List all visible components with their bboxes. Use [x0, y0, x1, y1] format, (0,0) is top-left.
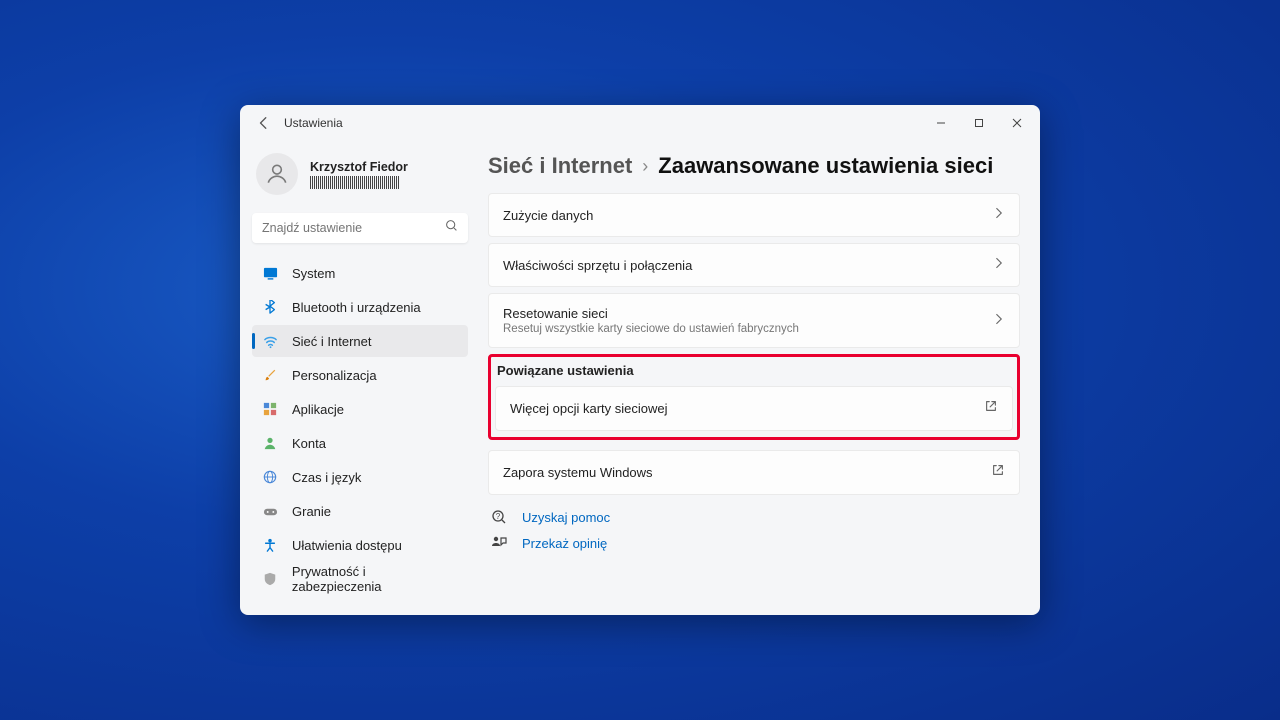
get-help-link[interactable]: Uzyskaj pomoc [522, 510, 610, 525]
external-link-icon [991, 463, 1005, 482]
sidebar: Krzysztof Fiedor System [240, 141, 480, 615]
breadcrumb-parent[interactable]: Sieć i Internet [488, 153, 632, 179]
window-controls [922, 109, 1036, 137]
sidebar-item-bluetooth[interactable]: Bluetooth i urządzenia [252, 291, 468, 323]
search [252, 213, 468, 243]
give-feedback-link[interactable]: Przekaż opinię [522, 536, 607, 551]
help-link-row: ? Uzyskaj pomoc [490, 509, 1020, 525]
help-icon: ? [490, 509, 508, 525]
globe-icon [262, 469, 278, 485]
footer-links: ? Uzyskaj pomoc Przekaż opinię [488, 509, 1020, 551]
sidebar-item-time-language[interactable]: Czas i język [252, 461, 468, 493]
card-title: Zużycie danych [503, 208, 993, 223]
close-button[interactable] [998, 109, 1036, 137]
apps-icon [262, 401, 278, 417]
feedback-link-row: Przekaż opinię [490, 535, 1020, 551]
sidebar-item-label: Sieć i Internet [292, 334, 372, 349]
sidebar-item-label: Konta [292, 436, 326, 451]
person-icon [262, 435, 278, 451]
chevron-right-icon: › [642, 156, 648, 177]
sidebar-item-privacy[interactable]: Prywatność i zabezpieczenia [252, 563, 468, 595]
card-title: Zapora systemu Windows [503, 465, 991, 480]
settings-window: Ustawienia Krzysztof Fiedor [240, 105, 1040, 615]
breadcrumb: Sieć i Internet › Zaawansowane ustawieni… [488, 153, 1020, 179]
sidebar-item-label: Ułatwienia dostępu [292, 538, 402, 553]
sidebar-item-label: Aplikacje [292, 402, 344, 417]
card-more-adapter-options[interactable]: Więcej opcji karty sieciowej [495, 386, 1013, 431]
main-panel: Sieć i Internet › Zaawansowane ustawieni… [480, 141, 1040, 615]
avatar [256, 153, 298, 195]
minimize-button[interactable] [922, 109, 960, 137]
sidebar-item-system[interactable]: System [252, 257, 468, 289]
search-input[interactable] [252, 213, 468, 243]
external-link-icon [984, 399, 998, 418]
sidebar-item-label: Personalizacja [292, 368, 377, 383]
bluetooth-icon [262, 299, 278, 315]
display-icon [262, 265, 278, 281]
profile-name: Krzysztof Fiedor [310, 160, 408, 174]
sidebar-item-label: Granie [292, 504, 331, 519]
nav: System Bluetooth i urządzenia Sieć i Int… [252, 257, 468, 595]
profile-email-redacted [310, 176, 400, 189]
accessibility-icon [262, 537, 278, 553]
gamepad-icon [262, 503, 278, 519]
sidebar-item-gaming[interactable]: Granie [252, 495, 468, 527]
maximize-button[interactable] [960, 109, 998, 137]
sidebar-item-personalization[interactable]: Personalizacja [252, 359, 468, 391]
section-title-related: Powiązane ustawienia [497, 363, 1013, 378]
shield-icon [262, 571, 278, 587]
card-hardware-props[interactable]: Właściwości sprzętu i połączenia [488, 243, 1020, 287]
profile[interactable]: Krzysztof Fiedor [252, 149, 468, 207]
card-subtitle: Resetuj wszystkie karty sieciowe do usta… [503, 323, 993, 335]
sidebar-item-network[interactable]: Sieć i Internet [252, 325, 468, 357]
sidebar-item-apps[interactable]: Aplikacje [252, 393, 468, 425]
sidebar-item-accounts[interactable]: Konta [252, 427, 468, 459]
back-button[interactable] [252, 111, 276, 135]
card-title: Resetowanie sieci [503, 306, 993, 321]
content: Krzysztof Fiedor System [240, 141, 1040, 615]
highlight-annotation: Powiązane ustawienia Więcej opcji karty … [488, 354, 1020, 440]
titlebar: Ustawienia [240, 105, 1040, 141]
breadcrumb-current: Zaawansowane ustawienia sieci [658, 153, 993, 179]
chevron-right-icon [993, 206, 1005, 224]
feedback-icon [490, 535, 508, 551]
brush-icon [262, 367, 278, 383]
card-network-reset[interactable]: Resetowanie sieci Resetuj wszystkie kart… [488, 293, 1020, 348]
card-windows-firewall[interactable]: Zapora systemu Windows [488, 450, 1020, 495]
card-title: Właściwości sprzętu i połączenia [503, 258, 993, 273]
sidebar-item-label: Prywatność i zabezpieczenia [292, 564, 458, 594]
profile-info: Krzysztof Fiedor [310, 160, 408, 189]
sidebar-item-label: Czas i język [292, 470, 361, 485]
sidebar-item-label: System [292, 266, 335, 281]
card-data-usage[interactable]: Zużycie danych [488, 193, 1020, 237]
window-title: Ustawienia [284, 116, 343, 130]
card-title: Więcej opcji karty sieciowej [510, 401, 984, 416]
sidebar-item-accessibility[interactable]: Ułatwienia dostępu [252, 529, 468, 561]
wifi-icon [262, 333, 278, 349]
sidebar-item-label: Bluetooth i urządzenia [292, 300, 421, 315]
chevron-right-icon [993, 256, 1005, 274]
svg-text:?: ? [496, 512, 501, 521]
chevron-right-icon [993, 312, 1005, 330]
